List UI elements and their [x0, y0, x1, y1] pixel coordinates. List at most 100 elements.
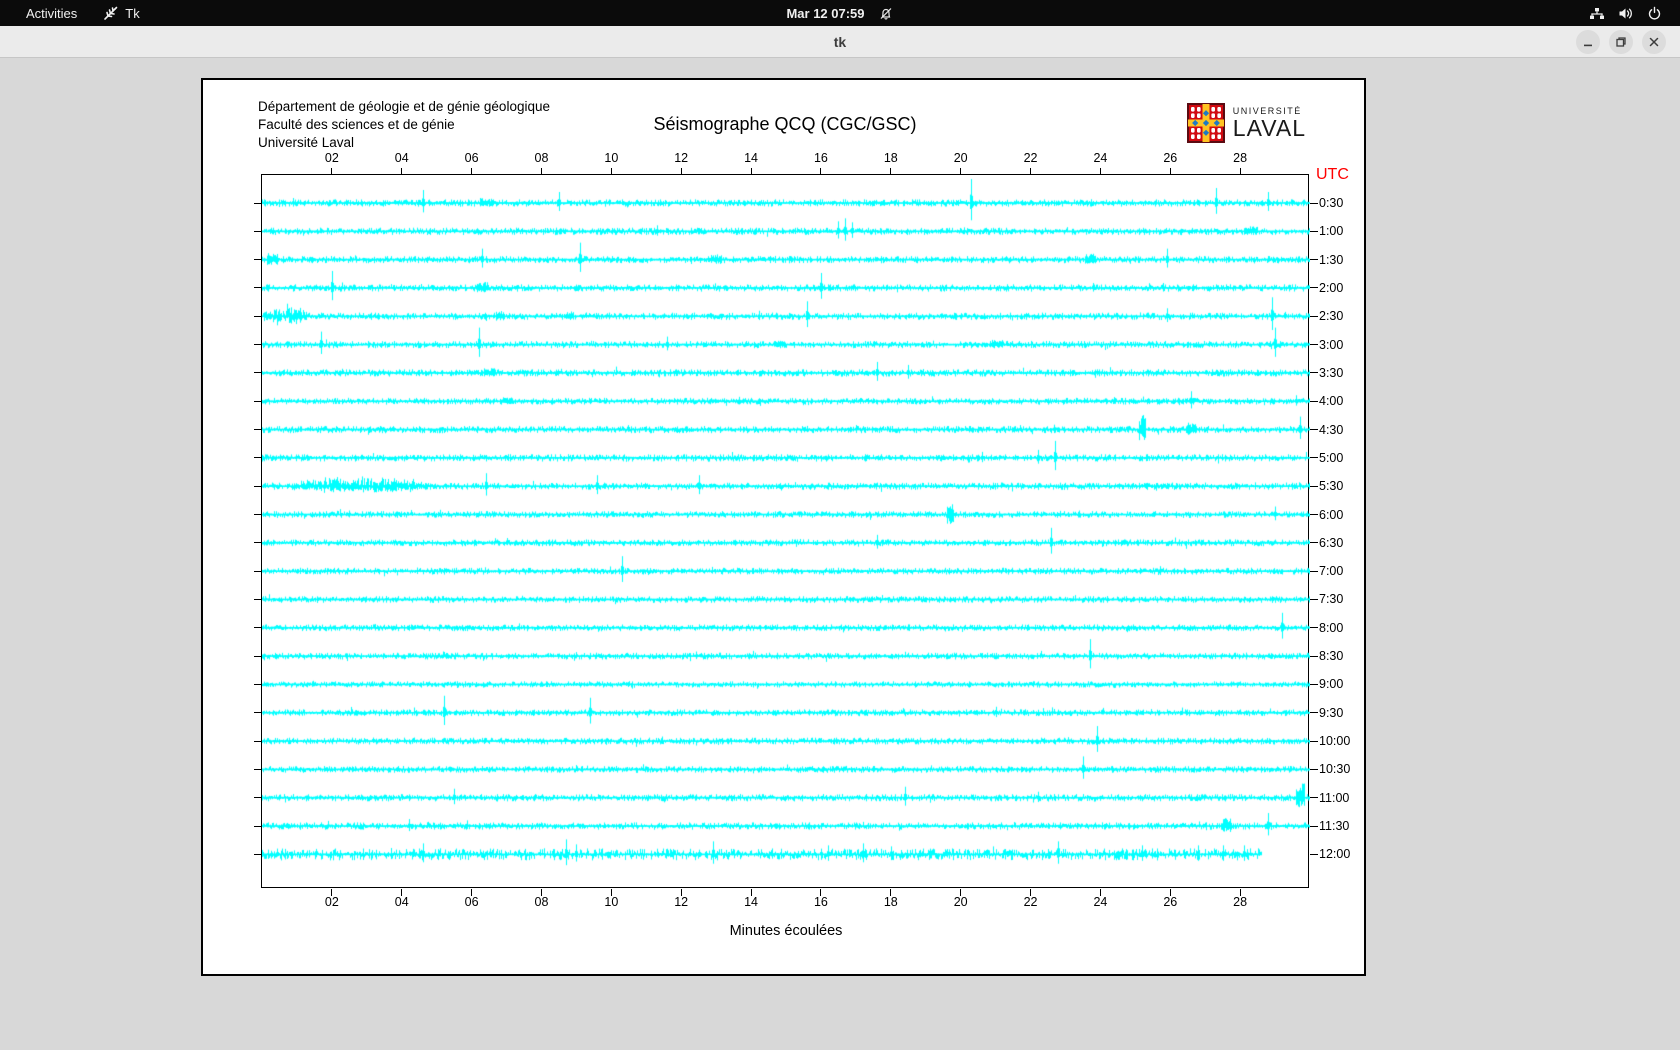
- activities-button[interactable]: Activities: [26, 6, 77, 21]
- x-tick-top: [1030, 168, 1032, 175]
- x-tick-label-bottom: 14: [744, 895, 759, 909]
- universite-laval-logo: UNIVERSITÉ LAVAL: [1186, 103, 1306, 143]
- trace-tick-left: [254, 457, 262, 459]
- x-tick-label-top: 22: [1023, 151, 1038, 165]
- x-tick-top: [820, 168, 822, 175]
- trace-tick-left: [254, 683, 262, 685]
- x-tick-label-bottom: 06: [464, 895, 479, 909]
- x-tick-label-top: 10: [604, 151, 619, 165]
- trace-tick-right: [1310, 287, 1318, 289]
- time-label: 1:30: [1319, 252, 1344, 267]
- x-tick-top: [1169, 168, 1171, 175]
- trace-tick-right: [1310, 429, 1318, 431]
- trace-tick-right: [1310, 740, 1318, 742]
- trace-tick-left: [254, 542, 262, 544]
- notifications-muted-icon: [879, 6, 894, 21]
- time-label: 0:30: [1319, 196, 1344, 210]
- trace-tick-right: [1310, 344, 1318, 346]
- x-tick-label-bottom: 16: [813, 895, 828, 909]
- x-tick-label-top: 12: [674, 151, 689, 165]
- seismograph-plot: UTC Minutes écoulées 02 02 04 04 06 06 08 08 10 1…: [254, 151, 1350, 939]
- x-tick-label-bottom: 26: [1163, 895, 1178, 909]
- x-tick-label-bottom: 10: [604, 895, 619, 909]
- x-tick-top: [890, 168, 892, 175]
- trace-tick-left: [254, 740, 262, 742]
- trace-tick-left: [254, 627, 262, 629]
- time-label: 9:00: [1319, 677, 1344, 692]
- trace-tick-right: [1310, 683, 1318, 685]
- power-icon: [1647, 6, 1662, 21]
- network-wired-icon: [1589, 6, 1605, 21]
- x-tick-label-top: 20: [953, 151, 968, 165]
- time-label: 10:00: [1319, 734, 1351, 749]
- trace-tick-left: [254, 797, 262, 799]
- trace-tick-left: [254, 202, 262, 204]
- x-axis-title: Minutes écoulées: [729, 923, 843, 939]
- x-tick-top: [540, 168, 542, 175]
- app-menu[interactable]: Tk: [103, 6, 140, 21]
- trace-tick-right: [1310, 825, 1318, 827]
- page-title: Séismographe QCQ (CGC/GSC): [653, 114, 917, 134]
- time-label: 6:00: [1319, 507, 1344, 522]
- x-tick-label-top: 26: [1163, 151, 1178, 165]
- gnome-top-bar: Activities Tk Mar 12 07:59: [0, 0, 1680, 26]
- time-label: 3:00: [1319, 337, 1344, 352]
- time-label: 11:00: [1319, 790, 1350, 805]
- utc-label: UTC: [1316, 166, 1349, 183]
- trace-tick-left: [254, 485, 262, 487]
- x-tick-top: [750, 168, 752, 175]
- trace-tick-left: [254, 429, 262, 431]
- time-label: 5:30: [1319, 479, 1344, 494]
- time-label: 11:30: [1319, 819, 1350, 834]
- trace-tick-right: [1310, 570, 1318, 572]
- x-tick-label-top: 18: [883, 151, 898, 165]
- trace-tick-right: [1310, 457, 1318, 459]
- maximize-button[interactable]: [1609, 30, 1633, 54]
- time-label: 8:00: [1319, 620, 1344, 635]
- activities-label: Activities: [26, 5, 78, 21]
- trace-tick-right: [1310, 259, 1318, 261]
- seismograph-page: Département de géologie et de génie géol…: [201, 78, 1366, 976]
- time-label: 7:30: [1319, 592, 1344, 607]
- trace-tick-right: [1310, 202, 1318, 204]
- time-label: 12:00: [1319, 847, 1351, 862]
- minimize-button[interactable]: [1576, 30, 1600, 54]
- trace-tick-right: [1310, 400, 1318, 402]
- x-tick-label-top: 14: [744, 151, 759, 165]
- time-label: 4:30: [1319, 422, 1344, 437]
- time-label: 7:00: [1319, 564, 1344, 579]
- time-label: 2:00: [1319, 280, 1344, 295]
- logo-line-2: LAVAL: [1232, 115, 1306, 141]
- x-tick-label-top: 28: [1233, 151, 1248, 165]
- trace-tick-left: [254, 768, 262, 770]
- x-tick-label-top: 08: [534, 151, 549, 165]
- x-tick-label-bottom: 12: [674, 895, 689, 909]
- trace-tick-right: [1310, 514, 1318, 516]
- trace-tick-left: [254, 570, 262, 572]
- trace-tick-left: [254, 400, 262, 402]
- trace-tick-right: [1310, 655, 1318, 657]
- clock-button[interactable]: Mar 12 07:59: [786, 6, 893, 21]
- trace-tick-left: [254, 514, 262, 516]
- trace-tick-right: [1310, 627, 1318, 629]
- close-button[interactable]: [1642, 30, 1666, 54]
- time-label: 4:00: [1319, 394, 1344, 409]
- system-status-area[interactable]: [1589, 6, 1662, 21]
- time-label: 8:30: [1319, 649, 1344, 664]
- trace-tick-left: [254, 230, 262, 232]
- trace-tick-right: [1310, 598, 1318, 600]
- window-title: tk: [833, 33, 847, 50]
- trace-tick-left: [254, 315, 262, 317]
- trace-tick-right: [1310, 485, 1318, 487]
- clock-label: Mar 12 07:59: [786, 5, 865, 21]
- x-tick-label-bottom: 02: [324, 895, 339, 909]
- time-label: 6:30: [1319, 535, 1344, 550]
- volume-icon: [1618, 6, 1634, 21]
- trace-tick-right: [1310, 712, 1318, 714]
- x-tick-top: [471, 168, 473, 175]
- trace-tick-right: [1310, 372, 1318, 374]
- x-tick-top: [1239, 168, 1241, 175]
- time-label: 2:30: [1319, 309, 1344, 324]
- trace-tick-right: [1310, 797, 1318, 799]
- trace-tick-left: [254, 344, 262, 346]
